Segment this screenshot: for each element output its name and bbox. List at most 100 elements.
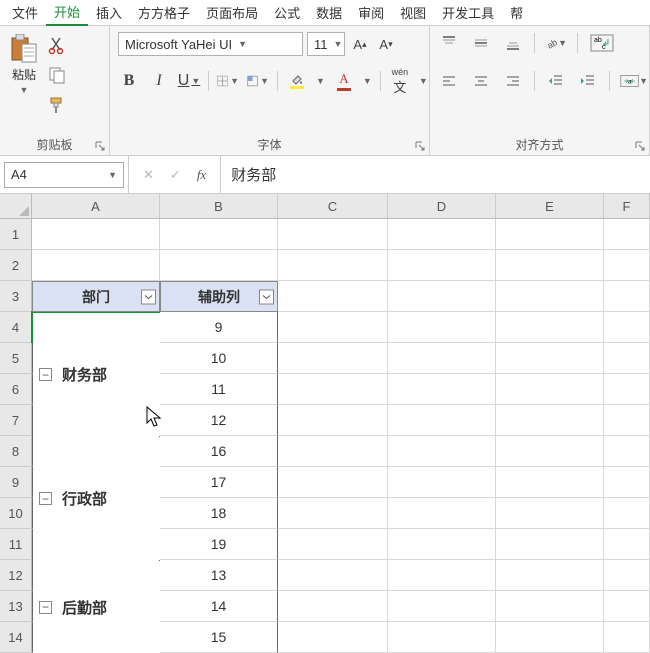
cell[interactable] xyxy=(604,467,650,498)
cut-button[interactable] xyxy=(46,34,68,56)
cell[interactable] xyxy=(278,281,388,312)
dialog-launcher-icon[interactable] xyxy=(414,140,426,152)
filter-button[interactable] xyxy=(259,289,274,304)
cell[interactable] xyxy=(388,560,496,591)
menu-review[interactable]: 审阅 xyxy=(350,0,392,25)
shrink-font-button[interactable]: A▾ xyxy=(375,33,397,55)
col-header-E[interactable]: E xyxy=(496,194,604,218)
cell[interactable] xyxy=(496,622,604,653)
align-right-button[interactable] xyxy=(502,70,524,92)
fx-button[interactable]: fx xyxy=(197,167,206,183)
col-header-A[interactable]: A xyxy=(32,194,160,218)
fill-color-button[interactable] xyxy=(286,70,308,92)
cell[interactable] xyxy=(604,343,650,374)
wrap-text-button[interactable]: abc xyxy=(588,32,616,54)
cell[interactable] xyxy=(496,405,604,436)
name-box[interactable]: A4▼ xyxy=(4,162,124,188)
menu-dev[interactable]: 开发工具 xyxy=(434,0,502,25)
row-header[interactable]: 5 xyxy=(0,343,32,374)
cell[interactable] xyxy=(278,436,388,467)
cell[interactable] xyxy=(604,219,650,250)
cell[interactable] xyxy=(604,312,650,343)
cell[interactable] xyxy=(496,343,604,374)
align-middle-button[interactable] xyxy=(470,32,492,54)
cell[interactable] xyxy=(388,498,496,529)
align-top-button[interactable] xyxy=(438,32,460,54)
format-painter-button[interactable] xyxy=(46,94,68,116)
cell[interactable] xyxy=(604,405,650,436)
row-header[interactable]: 14 xyxy=(0,622,32,653)
cell[interactable] xyxy=(604,498,650,529)
cell[interactable] xyxy=(604,622,650,653)
cell[interactable]: 16 xyxy=(160,436,278,467)
cell[interactable]: 15 xyxy=(160,622,278,653)
cell[interactable] xyxy=(388,405,496,436)
dialog-launcher-icon[interactable] xyxy=(94,140,106,152)
paste-button[interactable]: 粘贴 ▼ xyxy=(8,32,40,97)
font-size-select[interactable]: 11▼ xyxy=(307,32,345,56)
menu-layout[interactable]: 页面布局 xyxy=(198,0,266,25)
merged-cell-group1[interactable]: − 财务部 xyxy=(33,313,160,436)
menu-help[interactable]: 帮 xyxy=(502,0,531,25)
row-header[interactable]: 7 xyxy=(0,405,32,436)
cell[interactable] xyxy=(496,281,604,312)
borders-button[interactable]: ▼ xyxy=(217,70,239,92)
row-header[interactable]: 3 xyxy=(0,281,32,312)
collapse-button[interactable]: − xyxy=(39,368,52,381)
merged-cell-group3[interactable]: − 后勤部 xyxy=(33,561,160,653)
cell[interactable] xyxy=(388,374,496,405)
cell[interactable]: 17 xyxy=(160,467,278,498)
cell[interactable] xyxy=(32,250,160,281)
cell[interactable] xyxy=(278,560,388,591)
cell-style-button[interactable]: ▼ xyxy=(247,70,269,92)
cell[interactable] xyxy=(496,498,604,529)
align-bottom-button[interactable] xyxy=(502,32,524,54)
cell[interactable] xyxy=(278,498,388,529)
decrease-indent-button[interactable] xyxy=(545,70,567,92)
italic-button[interactable]: I xyxy=(148,70,170,92)
menu-data[interactable]: 数据 xyxy=(308,0,350,25)
menu-fangfang[interactable]: 方方格子 xyxy=(130,0,198,25)
cell[interactable] xyxy=(388,436,496,467)
row-header[interactable]: 13 xyxy=(0,591,32,622)
cell[interactable]: 18 xyxy=(160,498,278,529)
cell[interactable] xyxy=(278,250,388,281)
menu-home[interactable]: 开始 xyxy=(46,0,88,26)
cell[interactable] xyxy=(278,591,388,622)
font-color-button[interactable]: A xyxy=(333,70,355,92)
chevron-down-icon[interactable]: ▼ xyxy=(363,76,372,86)
cell[interactable] xyxy=(496,312,604,343)
row-header[interactable]: 8 xyxy=(0,436,32,467)
underline-button[interactable]: U▼ xyxy=(178,70,200,92)
cell[interactable] xyxy=(496,374,604,405)
cell[interactable] xyxy=(160,250,278,281)
grid-body[interactable]: 1 2 3 部门 辅助列 49 510 611 712 816 917 1018… xyxy=(0,219,650,653)
cell[interactable] xyxy=(278,219,388,250)
menu-formula[interactable]: 公式 xyxy=(266,0,308,25)
row-header[interactable]: 4 xyxy=(0,312,32,343)
merge-center-button[interactable]: a▼ xyxy=(620,70,648,92)
cell[interactable] xyxy=(604,374,650,405)
chevron-down-icon[interactable]: ▼ xyxy=(419,76,428,86)
increase-indent-button[interactable] xyxy=(577,70,599,92)
merged-cell-group2[interactable]: − 行政部 xyxy=(33,437,160,560)
cell[interactable]: 9 xyxy=(160,312,278,343)
cell[interactable] xyxy=(496,467,604,498)
cell[interactable] xyxy=(278,343,388,374)
phonetic-button[interactable]: wén文 xyxy=(389,70,411,92)
cell[interactable] xyxy=(388,312,496,343)
formula-input[interactable]: 财务部 xyxy=(221,164,650,185)
cell[interactable] xyxy=(496,250,604,281)
menu-view[interactable]: 视图 xyxy=(392,0,434,25)
cell[interactable]: 19 xyxy=(160,529,278,560)
table-header-B[interactable]: 辅助列 xyxy=(160,281,278,312)
menu-insert[interactable]: 插入 xyxy=(88,0,130,25)
cell[interactable] xyxy=(388,467,496,498)
filter-button[interactable] xyxy=(141,289,156,304)
cell[interactable]: 10 xyxy=(160,343,278,374)
cell[interactable]: 14 xyxy=(160,591,278,622)
row-header[interactable]: 1 xyxy=(0,219,32,250)
cell[interactable] xyxy=(160,219,278,250)
cell[interactable] xyxy=(496,529,604,560)
grow-font-button[interactable]: A▴ xyxy=(349,33,371,55)
